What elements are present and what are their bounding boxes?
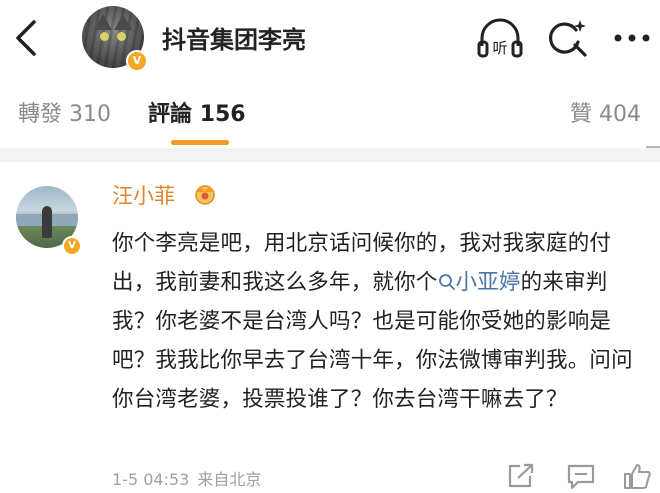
tab-label: 評論 bbox=[148, 102, 193, 127]
like-icon[interactable] bbox=[622, 462, 652, 490]
tab-count: 404 bbox=[599, 102, 642, 127]
tab-label: 贊 bbox=[570, 102, 593, 127]
top-bar: V 抖音集团李亮 听 bbox=[0, 0, 660, 78]
crown-icon bbox=[195, 185, 215, 205]
reply-icon[interactable] bbox=[566, 462, 596, 490]
comment-time: 1-5 04:53 bbox=[112, 470, 190, 489]
share-icon[interactable] bbox=[506, 462, 536, 490]
comment-meta: 1-5 04:53 来自北京 bbox=[112, 466, 261, 490]
page-title: 抖音集团李亮 bbox=[162, 26, 306, 54]
tab-bar: 轉發 310 評論 156 贊 404 bbox=[0, 88, 660, 148]
comment-author[interactable]: 汪小菲 bbox=[112, 180, 175, 210]
comment-source: 来自北京 bbox=[197, 470, 262, 489]
more-icon[interactable] bbox=[608, 18, 656, 58]
tab-label: 轉發 bbox=[18, 102, 63, 127]
mention-link[interactable]: 小亚婷 bbox=[438, 270, 521, 295]
tab-count: 156 bbox=[199, 102, 246, 127]
comment-text: 你个李亮是吧，用北京话问候你的，我对我家庭的付出，我前妻和我这么多年，就你个 小亚… bbox=[112, 224, 650, 419]
mention-link-label: 小亚婷 bbox=[455, 270, 521, 295]
back-arrow-icon[interactable] bbox=[12, 18, 40, 58]
divider-mark bbox=[646, 146, 660, 154]
listen-label: 听 bbox=[492, 39, 507, 57]
section-divider bbox=[0, 148, 660, 162]
search-icon[interactable] bbox=[546, 16, 590, 60]
tab-reposts[interactable]: 轉發 310 bbox=[18, 96, 111, 128]
listen-icon[interactable]: 听 bbox=[476, 16, 524, 60]
active-tab-indicator bbox=[171, 140, 229, 145]
tab-likes[interactable]: 贊 404 bbox=[570, 96, 641, 128]
tab-comments[interactable]: 評論 156 bbox=[148, 96, 246, 128]
verified-badge-icon: V bbox=[62, 236, 82, 256]
verified-badge-icon: V bbox=[126, 50, 148, 72]
search-link-icon bbox=[438, 274, 455, 290]
tab-count: 310 bbox=[69, 102, 112, 127]
